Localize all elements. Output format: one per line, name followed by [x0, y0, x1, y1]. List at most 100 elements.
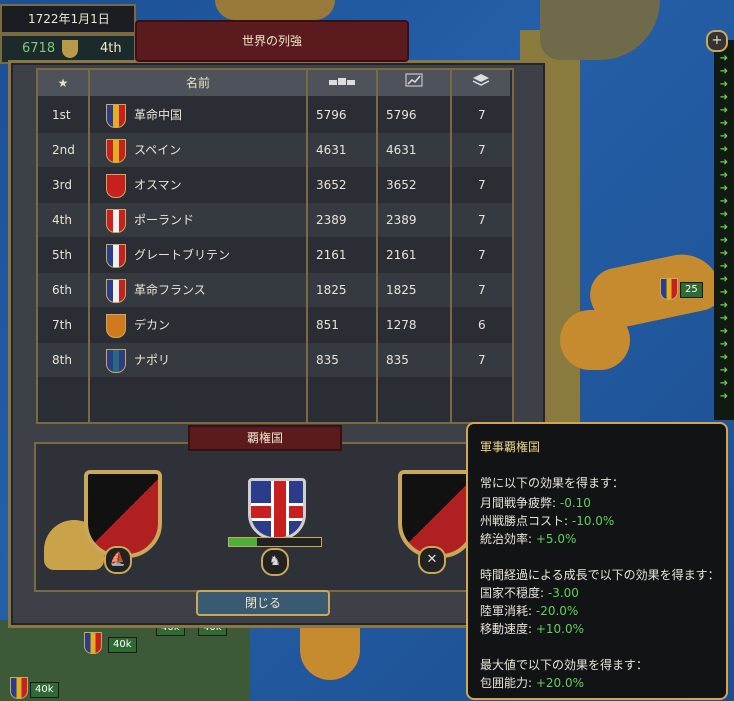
stack-icon: [472, 74, 490, 86]
arrow-icon[interactable]: ➜: [714, 326, 734, 339]
cell-b: 1825: [386, 283, 417, 297]
arrow-icon[interactable]: ➜: [714, 53, 734, 66]
table-row[interactable]: 5th グレートブリテン 2161 2161 7: [38, 238, 512, 272]
arrow-icon[interactable]: ➜: [714, 300, 734, 313]
cell-b: 5796: [386, 108, 417, 122]
header-star[interactable]: ★: [38, 70, 90, 96]
land-region[interactable]: [560, 310, 630, 370]
arrow-icon[interactable]: ➜: [714, 261, 734, 274]
arrow-icon[interactable]: ➜: [714, 378, 734, 391]
arrow-icon[interactable]: ➜: [714, 118, 734, 131]
zoom-plus-icon[interactable]: +: [706, 30, 728, 52]
arrow-icon[interactable]: ➜: [714, 66, 734, 79]
cell-c: 7: [478, 213, 486, 227]
army-strength-badge[interactable]: 40k: [30, 682, 59, 698]
table-row[interactable]: 2nd スペイン 4631 4631 7: [38, 133, 512, 167]
crossed-swords-icon[interactable]: ✕: [418, 546, 446, 574]
cell-a: 835: [316, 353, 339, 367]
country-flag-icon[interactable]: [106, 349, 126, 373]
country-shield-icon[interactable]: [84, 632, 102, 654]
country-flag-icon[interactable]: [106, 139, 126, 163]
army-strength-badge[interactable]: 40k: [108, 637, 137, 653]
rank-value: 4th: [100, 41, 122, 56]
cell-rank: 8th: [52, 353, 72, 367]
arrow-icon[interactable]: ➜: [714, 209, 734, 222]
ship-icon[interactable]: ⛵: [104, 546, 132, 574]
header-name[interactable]: 名前: [90, 70, 308, 96]
table-row[interactable]: 3rd オスマン 3652 3652 7: [38, 168, 512, 202]
country-flag-icon[interactable]: [106, 314, 126, 338]
arrow-icon[interactable]: ➜: [714, 235, 734, 248]
arrow-icon[interactable]: ➜: [714, 313, 734, 326]
cell-name: グレートブリテン: [134, 248, 231, 262]
naval-hegemon-shield[interactable]: [398, 470, 476, 558]
arrow-icon[interactable]: ➜: [714, 183, 734, 196]
cell-c: 7: [478, 178, 486, 192]
table-row[interactable]: 1st 革命中国 5796 5796 7: [38, 98, 512, 132]
column-divider: [376, 70, 378, 422]
arrow-icon[interactable]: ➜: [714, 131, 734, 144]
arrow-icon[interactable]: ➜: [714, 352, 734, 365]
cell-a: 2389: [316, 213, 347, 227]
arrow-icon[interactable]: ➜: [714, 339, 734, 352]
arrow-icon[interactable]: ➜: [714, 222, 734, 235]
table-row[interactable]: 6th 革命フランス 1825 1825 7: [38, 273, 512, 307]
arrow-icon[interactable]: ➜: [714, 196, 734, 209]
land-region[interactable]: [540, 0, 660, 60]
notification-column[interactable]: ➜➜➜➜➜➜➜➜➜➜➜➜➜➜➜➜➜➜➜➜➜➜➜➜➜➜➜➜: [714, 40, 734, 420]
cell-c: 7: [478, 108, 486, 122]
country-flag-icon[interactable]: [106, 174, 126, 198]
arrow-icon[interactable]: ➜: [714, 391, 734, 404]
cell-a: 2161: [316, 248, 347, 262]
country-flag-icon[interactable]: [106, 104, 126, 128]
tooltip-effect: 月間戦争疲弊: -0.10: [480, 496, 591, 510]
hegemony-title: 覇権国: [188, 425, 342, 451]
cell-c: 7: [478, 248, 486, 262]
arrow-icon[interactable]: ➜: [714, 365, 734, 378]
table-row[interactable]: 8th ナポリ 835 835 7: [38, 343, 512, 377]
close-button[interactable]: 閉じる: [196, 590, 330, 616]
cell-name: スペイン: [134, 143, 182, 157]
arrow-icon[interactable]: ➜: [714, 105, 734, 118]
arrow-icon[interactable]: ➜: [714, 274, 734, 287]
country-flag-icon[interactable]: [106, 244, 126, 268]
table-row[interactable]: 4th ポーランド 2389 2389 7: [38, 203, 512, 237]
country-flag-icon[interactable]: [106, 279, 126, 303]
header-army[interactable]: [308, 70, 378, 96]
cell-rank: 7th: [52, 318, 72, 332]
cell-a: 4631: [316, 143, 347, 157]
arrow-icon[interactable]: ➜: [714, 248, 734, 261]
tooltip-effect: 移動速度: +10.0%: [480, 622, 585, 636]
cell-name: ポーランド: [134, 213, 195, 227]
military-hegemon-flag-icon[interactable]: [248, 478, 306, 540]
tooltip-always-heading: 常に以下の効果を得ます：: [480, 476, 625, 490]
country-shield-icon[interactable]: [660, 278, 678, 300]
hegemony-progress-bar: [228, 537, 322, 547]
horse-icon[interactable]: ♞: [261, 548, 289, 576]
window-title: 世界の列強: [135, 20, 409, 62]
tooltip-effect: 州戦勝点コスト: -10.0%: [480, 514, 615, 528]
country-flag-icon[interactable]: [106, 209, 126, 233]
tooltip-effect: 陸軍消耗: -20.0%: [480, 604, 579, 618]
arrow-icon[interactable]: ➜: [714, 144, 734, 157]
header-trend[interactable]: [378, 70, 452, 96]
table-row[interactable]: 7th デカン 851 1278 6: [38, 308, 512, 342]
tooltip-title: 軍事覇権国: [480, 440, 541, 454]
header-stack[interactable]: [452, 70, 510, 96]
cell-a: 3652: [316, 178, 347, 192]
country-shield-icon[interactable]: [10, 677, 28, 699]
cell-rank: 1st: [52, 108, 71, 122]
economic-hegemon-shield[interactable]: [84, 470, 162, 558]
arrow-icon[interactable]: ➜: [714, 170, 734, 183]
arrow-icon[interactable]: ➜: [714, 157, 734, 170]
army-strength-badge[interactable]: 25: [680, 282, 703, 298]
date-display[interactable]: 1722年1月1日: [0, 4, 136, 34]
cell-name: オスマン: [134, 178, 182, 192]
trend-icon: [405, 73, 423, 87]
tooltip-effect: 国家不穏度: -3.00: [480, 586, 579, 600]
arrow-icon[interactable]: ➜: [714, 79, 734, 92]
arrow-icon[interactable]: ➜: [714, 287, 734, 300]
hegemony-tooltip: 軍事覇権国 常に以下の効果を得ます： 月間戦争疲弊: -0.10 州戦勝点コスト…: [466, 422, 728, 700]
arrow-icon[interactable]: ➜: [714, 92, 734, 105]
cell-b: 4631: [386, 143, 417, 157]
